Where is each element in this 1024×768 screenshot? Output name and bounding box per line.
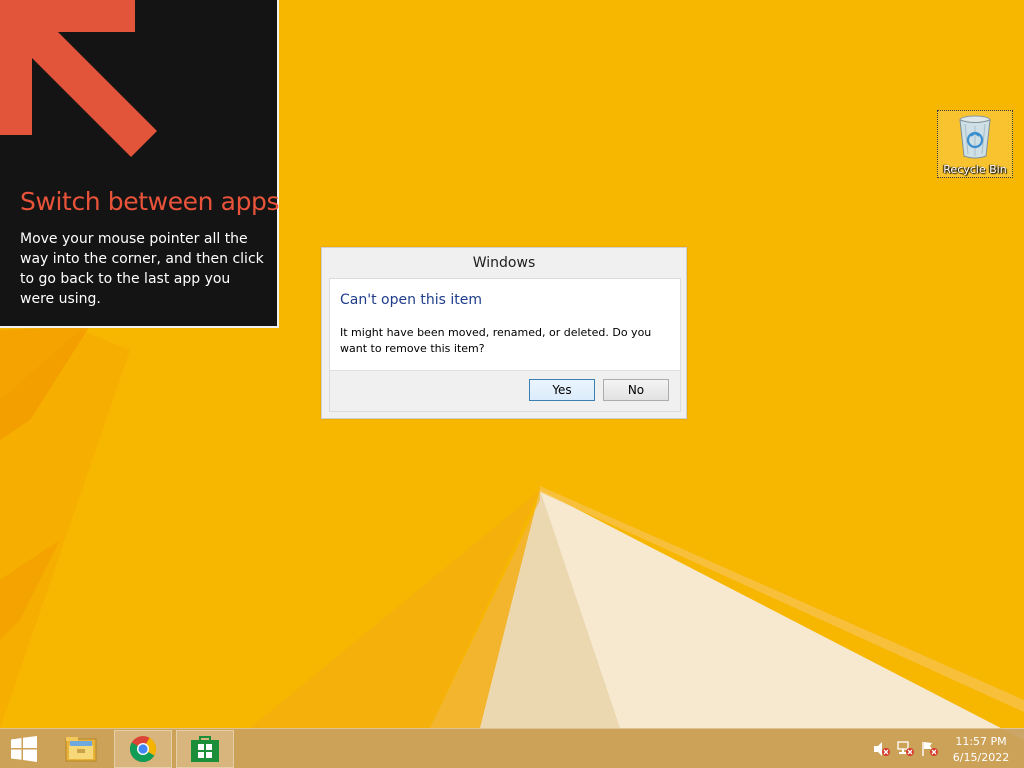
taskbar-clock[interactable]: 11:57 PM 6/15/2022 [948,734,1014,766]
taskbar-file-explorer[interactable] [52,730,110,768]
volume-muted-icon[interactable] [873,741,891,757]
start-button[interactable] [0,730,48,768]
network-error-icon[interactable] [897,741,915,757]
tip-title: Switch between apps [20,187,280,216]
store-icon [191,736,219,762]
tip-body: Move your mouse pointer all the way into… [20,231,264,307]
taskbar: 11:57 PM 6/15/2022 [0,728,1024,768]
dialog-heading: Can't open this item [340,292,483,308]
no-button[interactable]: No [603,379,669,401]
arrow-up-left-icon [0,0,157,157]
taskbar-store[interactable] [176,730,234,768]
chrome-icon [129,736,157,763]
error-dialog: Windows Can't open this item It might ha… [321,247,687,419]
switch-apps-tip: Switch between apps Move your mouse poin… [0,0,280,328]
desktop-icon-recycle-bin[interactable]: Recycle Bin [937,110,1013,178]
recycle-bin-icon [959,115,991,159]
dialog-message: It might have been moved, renamed, or de… [340,326,652,355]
clock-date: 6/15/2022 [952,751,1010,764]
action-center-flag-icon[interactable] [921,741,939,757]
clock-time: 11:57 PM [955,735,1007,748]
taskbar-chrome[interactable] [114,730,172,768]
windows-logo-icon [11,736,37,762]
desktop-icon-label: Recycle Bin [943,163,1007,176]
desktop[interactable]: Switch between apps Move your mouse poin… [0,0,1024,768]
dialog-client-area: Can't open this item It might have been … [329,278,681,412]
dialog-content: Can't open this item It might have been … [330,279,680,371]
yes-button[interactable]: Yes [529,379,595,401]
folder-icon [65,737,97,762]
dialog-title: Windows [472,255,536,271]
